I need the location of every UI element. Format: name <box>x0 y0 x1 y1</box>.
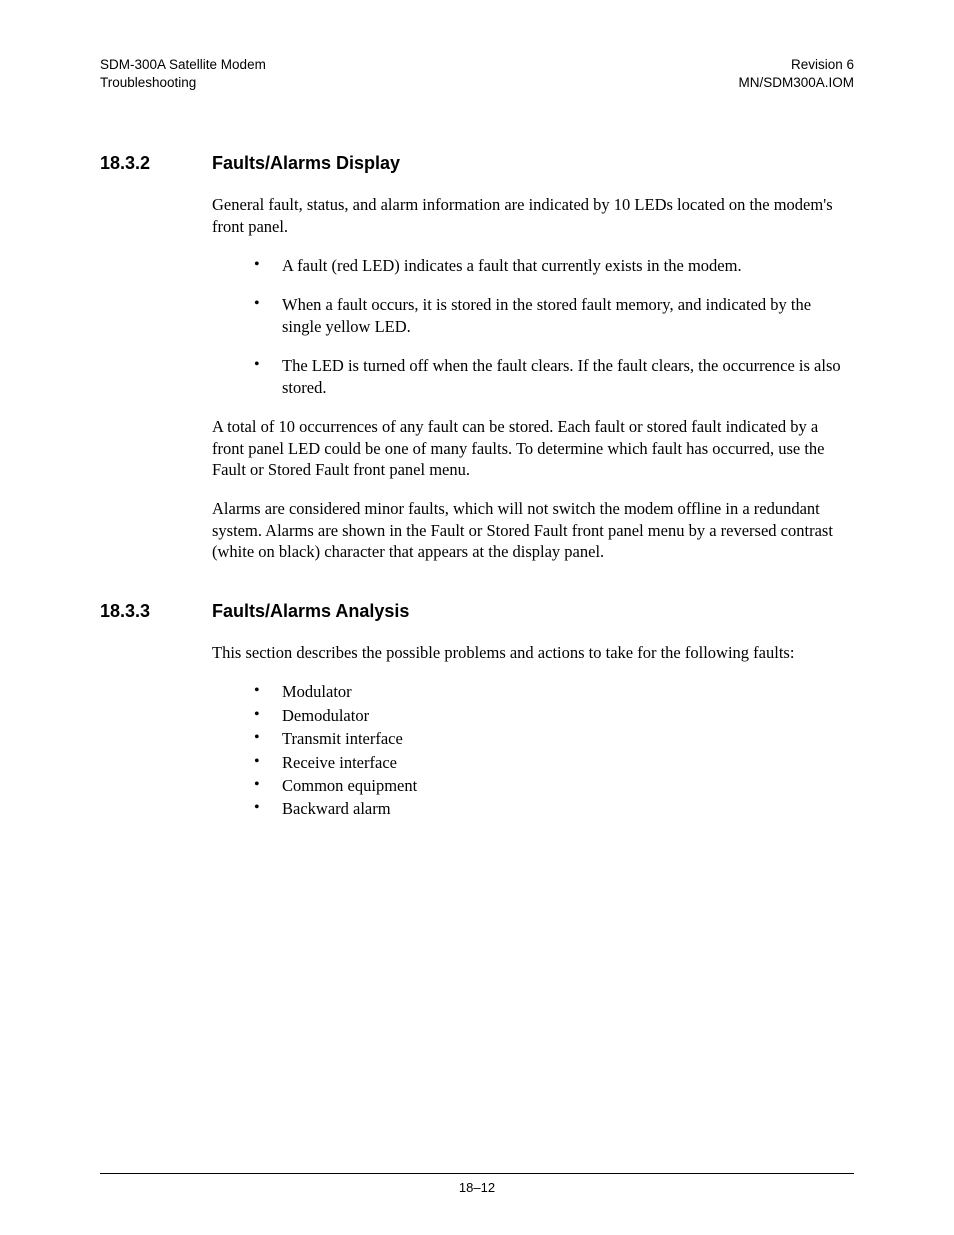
list-item: The LED is turned off when the fault cle… <box>212 355 854 398</box>
list-item: Receive interface <box>212 752 854 773</box>
header-docnum: MN/SDM300A.IOM <box>738 74 854 92</box>
section-body: This section describes the possible prob… <box>212 642 854 820</box>
page-header: SDM-300A Satellite Modem Troubleshooting… <box>100 56 854 91</box>
section-number: 18.3.2 <box>100 153 212 174</box>
section-body: General fault, status, and alarm informa… <box>212 194 854 563</box>
section-heading: 18.3.2 Faults/Alarms Display <box>100 153 854 174</box>
header-product: SDM-300A Satellite Modem <box>100 56 266 74</box>
list-item: Backward alarm <box>212 798 854 819</box>
header-right: Revision 6 MN/SDM300A.IOM <box>738 56 854 91</box>
intro-paragraph: General fault, status, and alarm informa… <box>212 194 854 237</box>
bullet-list: A fault (red LED) indicates a fault that… <box>212 255 854 398</box>
list-item: Modulator <box>212 681 854 702</box>
list-item: Transmit interface <box>212 728 854 749</box>
list-item: A fault (red LED) indicates a fault that… <box>212 255 854 276</box>
body-paragraph: A total of 10 occurrences of any fault c… <box>212 416 854 480</box>
page-number: 18–12 <box>459 1180 495 1195</box>
body-paragraph: Alarms are considered minor faults, whic… <box>212 498 854 562</box>
header-chapter: Troubleshooting <box>100 74 266 92</box>
section-number: 18.3.3 <box>100 601 212 622</box>
intro-paragraph: This section describes the possible prob… <box>212 642 854 663</box>
section-title: Faults/Alarms Display <box>212 153 400 174</box>
section-title: Faults/Alarms Analysis <box>212 601 409 622</box>
list-item: Common equipment <box>212 775 854 796</box>
list-item: Demodulator <box>212 705 854 726</box>
bullet-list: Modulator Demodulator Transmit interface… <box>212 681 854 820</box>
header-revision: Revision 6 <box>738 56 854 74</box>
list-item: When a fault occurs, it is stored in the… <box>212 294 854 337</box>
header-left: SDM-300A Satellite Modem Troubleshooting <box>100 56 266 91</box>
document-page: SDM-300A Satellite Modem Troubleshooting… <box>0 0 954 1235</box>
section-heading: 18.3.3 Faults/Alarms Analysis <box>100 601 854 622</box>
page-footer: 18–12 <box>100 1173 854 1195</box>
